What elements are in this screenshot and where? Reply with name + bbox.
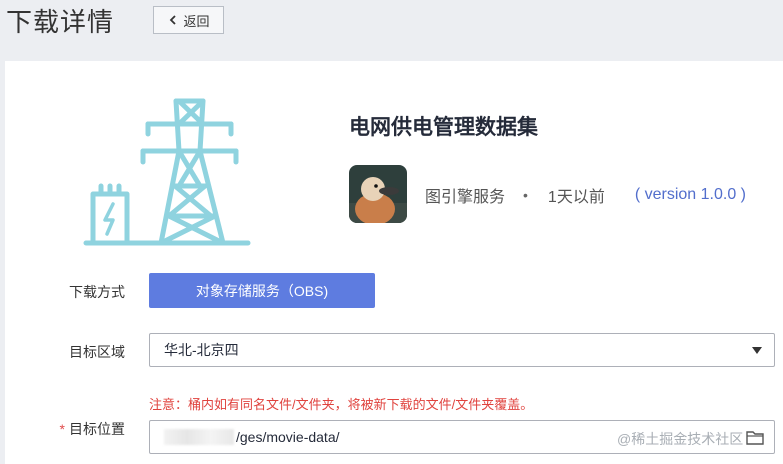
download-detail-card: 电网供电管理数据集 图引擎服务 • 1天以前 ( version 1.0.0 )… [5, 61, 783, 464]
chevron-left-icon [170, 15, 177, 25]
target-region-value: 华北-北京四 [164, 342, 239, 358]
overwrite-notice: 注意：桶内如有同名文件/文件夹，将被新下载的文件/文件夹覆盖。 [149, 397, 534, 412]
dataset-avatar [349, 165, 407, 223]
power-tower-icon [83, 98, 251, 246]
service-name: 图引擎服务 [425, 189, 506, 206]
meta-separator: • [523, 187, 528, 203]
duck-avatar [349, 165, 407, 223]
updated-time: 1天以前 [547, 189, 605, 206]
required-mark: * [59, 421, 65, 437]
target-location-value: /ges/movie-data/ [236, 429, 340, 445]
folder-icon[interactable] [746, 429, 764, 445]
obs-download-button[interactable]: 对象存储服务（OBS) [149, 273, 375, 308]
version-label: ( version 1.0.0 ) [634, 186, 746, 203]
target-region-select[interactable]: 华北-北京四 [149, 333, 775, 367]
dataset-meta: 图引擎服务 • 1天以前 ( version 1.0.0 ) [425, 183, 746, 207]
watermark: @稀土掘金技术社区 [617, 431, 744, 447]
download-method-label: 下载方式 [69, 284, 125, 300]
target-location-label: * 目标位置 [5, 419, 125, 439]
back-button-label: 返回 [183, 13, 210, 29]
target-location-label-text: 目标位置 [69, 421, 125, 437]
redacted-bucket [164, 429, 234, 445]
page-title: 下载详情 [6, 7, 115, 37]
back-button[interactable]: 返回 [153, 6, 224, 34]
target-region-label: 目标区域 [69, 344, 125, 360]
dataset-title: 电网供电管理数据集 [349, 116, 538, 139]
caret-down-icon [752, 347, 762, 354]
